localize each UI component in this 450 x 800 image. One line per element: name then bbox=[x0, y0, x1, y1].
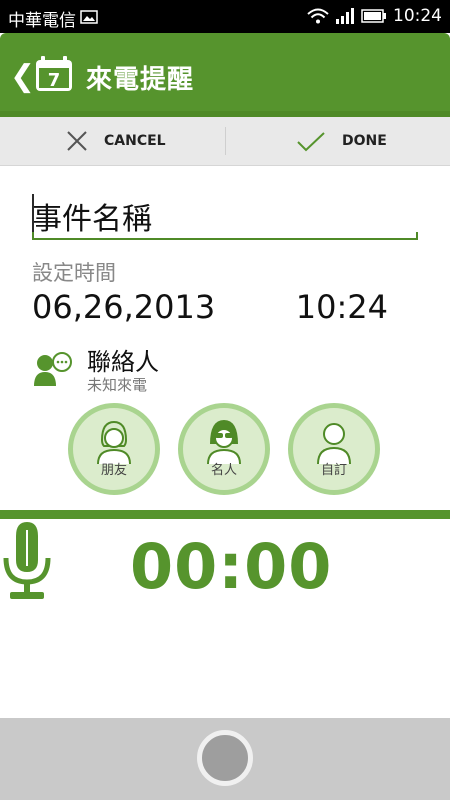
bottom-bar bbox=[0, 718, 450, 800]
celebrity-option-label: 名人 bbox=[210, 463, 237, 478]
done-label: DONE bbox=[342, 133, 387, 149]
event-name-field[interactable]: 事件名稱 bbox=[32, 194, 418, 240]
celebrity-option-button[interactable]: 名人 bbox=[178, 403, 270, 495]
carrier-name: 中華電信 bbox=[8, 11, 76, 31]
field-edge-left bbox=[32, 232, 34, 240]
calendar-icon: 7 bbox=[36, 56, 72, 91]
action-divider bbox=[225, 127, 226, 155]
home-button[interactable] bbox=[197, 730, 253, 786]
back-chevron-icon[interactable]: ❮ bbox=[10, 59, 35, 94]
calendar-day: 7 bbox=[48, 70, 61, 91]
section-divider-bar bbox=[0, 510, 450, 519]
friend-avatar-icon bbox=[97, 420, 131, 464]
recording-timer: 00:00 bbox=[130, 530, 333, 603]
time-picker[interactable]: 10:24 bbox=[296, 288, 388, 326]
friend-option-label: 朋友 bbox=[100, 463, 127, 478]
clock: 10:24 bbox=[393, 6, 442, 26]
contact-chat-icon bbox=[34, 352, 72, 386]
custom-option-button[interactable]: 自訂 bbox=[288, 403, 380, 495]
action-bar: CANCEL DONE bbox=[0, 117, 450, 166]
celebrity-avatar-icon bbox=[207, 420, 241, 464]
contacts-subtitle: 未知來電 bbox=[87, 376, 148, 394]
close-icon bbox=[67, 131, 87, 151]
contacts-label: 聯絡人 bbox=[87, 348, 159, 376]
text-cursor bbox=[32, 194, 34, 236]
signal-icon bbox=[336, 8, 354, 24]
custom-option-label: 自訂 bbox=[320, 463, 347, 478]
page-title: 來電提醒 bbox=[86, 65, 195, 95]
done-button[interactable]: DONE bbox=[296, 117, 387, 165]
cancel-label: CANCEL bbox=[104, 133, 166, 149]
cancel-button[interactable]: CANCEL bbox=[66, 117, 166, 165]
field-edge-right bbox=[416, 232, 418, 240]
friend-option-button[interactable]: 朋友 bbox=[68, 403, 160, 495]
event-name-value: 事件名稱 bbox=[32, 202, 152, 237]
image-notification-icon bbox=[80, 10, 98, 24]
battery-icon bbox=[361, 9, 386, 23]
wifi-icon bbox=[307, 8, 329, 24]
status-bar: 中華電信 10:24 bbox=[0, 0, 450, 33]
custom-avatar-icon bbox=[317, 423, 351, 464]
checkmark-icon bbox=[297, 132, 325, 152]
date-picker[interactable]: 06,26,2013 bbox=[32, 288, 215, 326]
set-time-label: 設定時間 bbox=[32, 261, 116, 285]
microphone-icon[interactable] bbox=[2, 520, 52, 602]
app-header: ❮ 7 來電提醒 bbox=[0, 33, 450, 117]
